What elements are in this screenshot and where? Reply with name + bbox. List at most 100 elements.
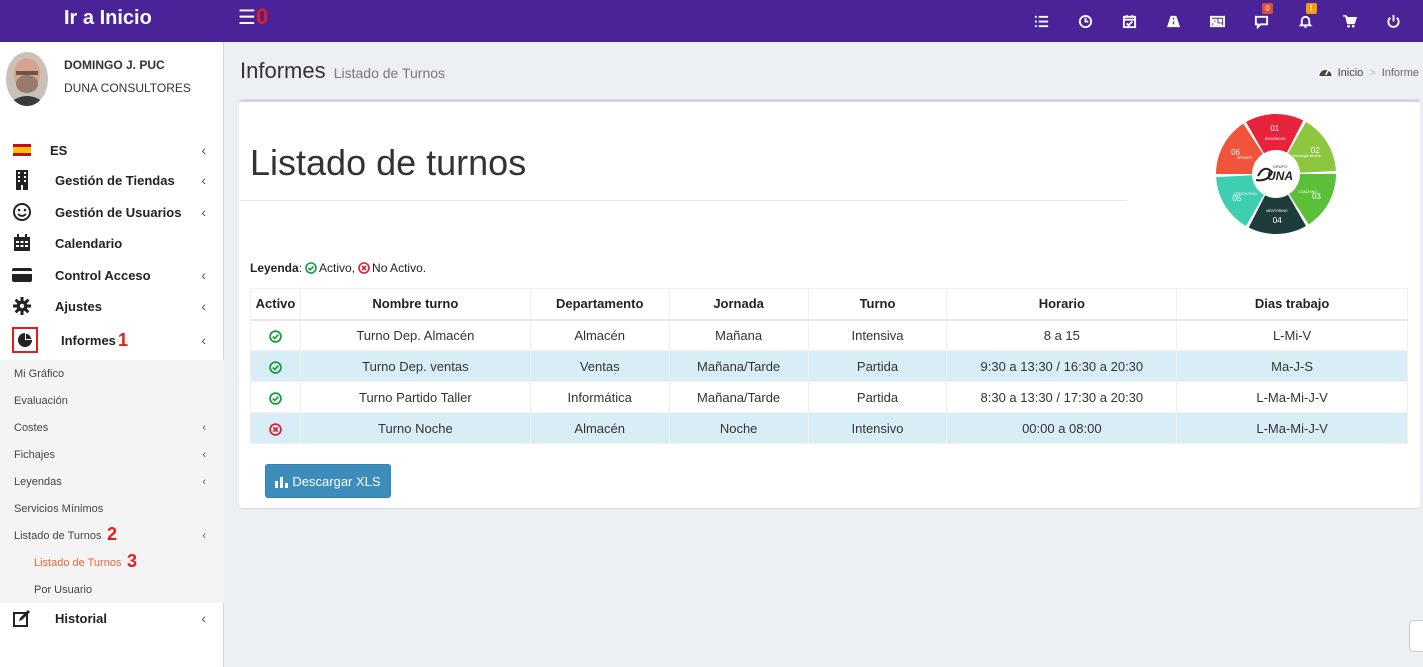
sidebar-item-usuarios[interactable]: Gestión de Usuarios ‹	[0, 197, 224, 227]
sidebar-subitem-por-usuario[interactable]: Por Usuario	[0, 576, 224, 603]
cell-turno: Intensiva	[807, 319, 948, 351]
clock-icon[interactable]	[1063, 0, 1107, 42]
table-row[interactable]: Turno Dep. ventas Ventas Mañana/Tarde Parti…	[250, 350, 1408, 382]
building-icon	[12, 170, 32, 190]
table-header-row: Activo Nombre turno Departamento Jornada…	[250, 288, 1408, 321]
user-company: DUNA CONSULTORES	[64, 81, 191, 95]
check-circle-icon	[269, 329, 282, 343]
x-circle-icon	[269, 422, 282, 436]
cell-turno: Partida	[807, 350, 948, 382]
hamburger-menu-icon[interactable]: ☰	[238, 8, 256, 28]
sidebar-subitem-leyendas[interactable]: Leyendas ‹	[0, 468, 224, 495]
sidebar-item-calendario[interactable]: Calendario	[0, 228, 224, 258]
sidebar-subitem-evaluacion[interactable]: Evaluación	[0, 387, 224, 414]
sidebar-item-label: Calendario	[55, 235, 123, 251]
notification-badge: 1	[1306, 3, 1317, 14]
bell-icon[interactable]: 1	[1283, 0, 1327, 42]
list-icon[interactable]	[1019, 0, 1063, 42]
sidebar-item-informes[interactable]: Informes 1 ‹	[0, 324, 224, 356]
cell-departamento: Almacén	[529, 412, 670, 444]
cell-horario: 8:30 a 13:30 / 17:30 a 20:30	[946, 381, 1178, 413]
cell-departamento: Almacén	[529, 319, 670, 351]
table-row[interactable]: Turno Noche Almacén Noche Intensivo 00:00 a …	[250, 412, 1408, 444]
logo-segment-label: SEGURIDAD	[1265, 137, 1286, 141]
breadcrumb: Inicio > Informe	[1319, 66, 1419, 80]
table-row[interactable]: Turno Dep. Almacén Almacén Mañana Intensiva…	[250, 319, 1408, 351]
cell-dias: L-Ma-Mi-J-V	[1176, 412, 1408, 444]
legend-label: Leyenda	[250, 261, 299, 275]
breadcrumb-separator: >	[1369, 67, 1376, 79]
gear-icon	[12, 296, 32, 316]
sidebar-item-historial[interactable]: Historial ‹	[0, 603, 224, 633]
subitem-label: Listado de Turnos	[14, 529, 102, 542]
cell-dias: Ma-J-S	[1176, 350, 1408, 382]
table-row[interactable]: Turno Partido Taller Informática Mañana/Ta…	[250, 381, 1408, 413]
col-dias[interactable]: Dias trabajo	[1176, 288, 1408, 321]
col-turno[interactable]: Turno	[807, 288, 948, 321]
newspaper-icon[interactable]	[1195, 0, 1239, 42]
cell-turno: Partida	[807, 381, 948, 413]
x-circle-icon	[358, 262, 370, 274]
user-name: DOMINGO J. PUC	[64, 58, 165, 72]
sidebar-item-control-acceso[interactable]: Control Acceso ‹	[0, 260, 224, 290]
col-horario[interactable]: Horario	[946, 288, 1178, 321]
col-nombre[interactable]: Nombre turno	[299, 288, 531, 321]
spain-flag-icon	[12, 140, 32, 160]
sidebar-subitem-fichajes[interactable]: Fichajes ‹	[0, 441, 224, 468]
calendar-icon	[12, 233, 32, 253]
cart-icon[interactable]	[1327, 0, 1371, 42]
cell-turno: Intensivo	[807, 412, 948, 444]
cell-dias: L-Mi-V	[1176, 319, 1408, 351]
logo-segment-number: 01	[1270, 124, 1279, 133]
sidebar-subitem-servicios-minimos[interactable]: Servicios Mínimos	[0, 495, 224, 522]
page-title: Informes Listado de Turnos	[240, 58, 445, 84]
breadcrumb-home[interactable]: Inicio	[1338, 67, 1364, 79]
subitem-label: Fichajes	[14, 448, 55, 461]
cell-jornada: Mañana/Tarde	[668, 381, 809, 413]
legend-inactive: No Activo.	[372, 261, 427, 275]
page-title-text: Informes	[240, 58, 326, 83]
col-activo[interactable]: Activo	[250, 288, 301, 321]
logo-segment-number: 04	[1273, 216, 1282, 225]
check-circle-icon	[269, 360, 282, 374]
road-icon[interactable]	[1151, 0, 1195, 42]
sidebar-item-language[interactable]: ES ‹	[0, 135, 224, 165]
main-box: Listado de turnos 01 SEGURIDAD 02 tecnologi…	[239, 99, 1420, 508]
power-icon[interactable]	[1371, 0, 1415, 42]
smile-icon	[12, 202, 32, 222]
chevron-left-icon: ‹	[201, 204, 206, 220]
col-departamento[interactable]: Departamento	[529, 288, 670, 321]
subitem-label: Leyendas	[14, 475, 62, 488]
col-jornada[interactable]: Jornada	[668, 288, 809, 321]
chat-icon[interactable]: 0	[1239, 0, 1283, 42]
main-title: Listado de turnos	[250, 142, 527, 183]
cell-nombre: Turno Noche	[299, 412, 531, 444]
subitem-label: Evaluación	[14, 394, 68, 407]
credit-card-icon	[12, 265, 32, 285]
avatar	[6, 52, 48, 106]
chevron-left-icon: ‹	[202, 529, 206, 542]
calendar-check-icon[interactable]	[1107, 0, 1151, 42]
pie-chart-icon	[12, 327, 38, 353]
cell-departamento: Informática	[529, 381, 670, 413]
divider	[240, 200, 1127, 201]
cell-horario: 8 a 15	[946, 319, 1178, 351]
sidebar-item-tiendas[interactable]: Gestión de Tiendas ‹	[0, 165, 224, 195]
download-xls-button[interactable]: Descargar XLS	[265, 464, 391, 498]
teamviewer-widget[interactable]	[1409, 620, 1423, 652]
sidebar-subitem-mi-grafico[interactable]: Mi Gráfico	[0, 360, 224, 387]
sidebar-subitem-listado-turnos-active[interactable]: Listado de Turnos 3	[0, 549, 224, 576]
sidebar-subitem-listado-turnos[interactable]: Listado de Turnos 2 ‹	[0, 522, 224, 549]
sidebar-item-ajustes[interactable]: Ajustes ‹	[0, 291, 224, 321]
cell-activo	[250, 381, 301, 413]
cell-jornada: Noche	[668, 412, 809, 444]
check-circle-icon	[305, 262, 317, 274]
annotation-marker: 2	[107, 524, 118, 544]
sidebar-item-label: Gestión de Usuarios	[55, 204, 182, 220]
subitem-label: Servicios Mínimos	[14, 502, 104, 515]
home-link[interactable]: Ir a Inicio	[0, 0, 224, 42]
cell-activo	[250, 412, 301, 444]
sidebar-subitem-costes[interactable]: Costes ‹	[0, 414, 224, 441]
cell-departamento: Ventas	[529, 350, 670, 382]
chevron-left-icon: ‹	[201, 172, 206, 188]
